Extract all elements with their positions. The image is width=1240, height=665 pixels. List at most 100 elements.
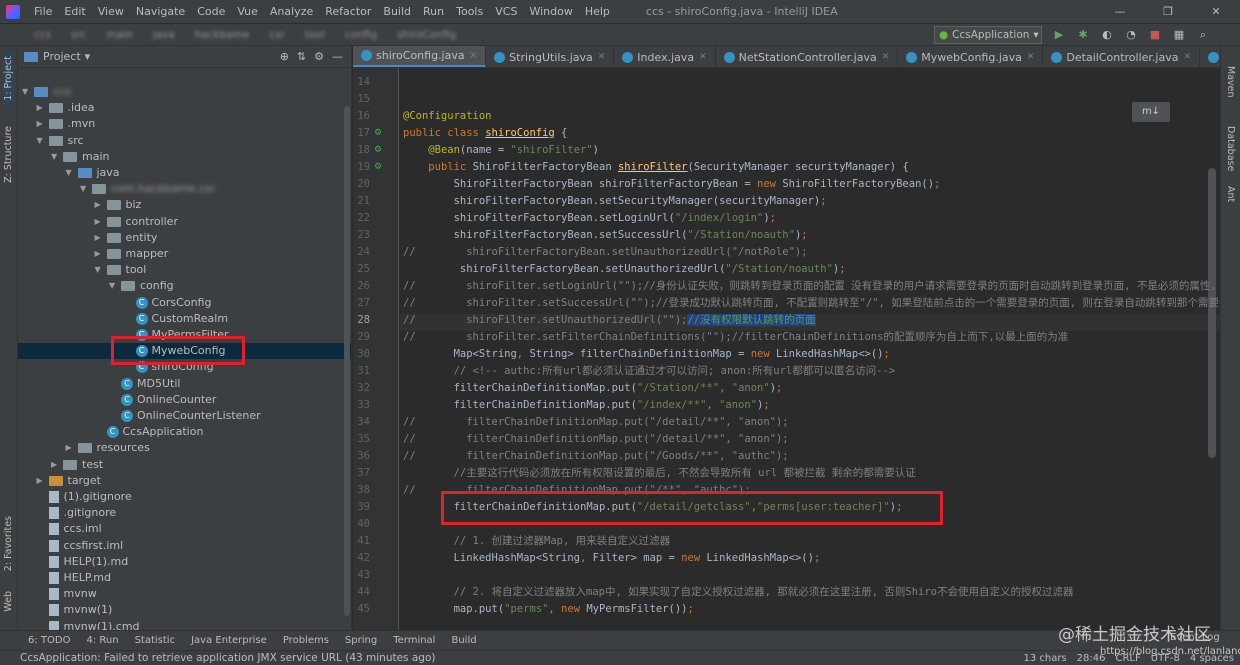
menu-item-analyze[interactable]: Analyze bbox=[264, 5, 319, 18]
maven-tool-tab[interactable]: Maven bbox=[1225, 66, 1236, 98]
expanded-arrow-icon[interactable]: ▼ bbox=[80, 181, 92, 197]
tree-item[interactable]: ccs.iml bbox=[37, 521, 102, 537]
breadcrumb-item[interactable]: hackbame bbox=[185, 29, 260, 41]
tree-item[interactable]: C MywebConfig bbox=[124, 343, 226, 359]
profile-icon[interactable]: ◔ bbox=[1122, 26, 1140, 44]
tree-item[interactable]: ▼ ccs bbox=[22, 84, 71, 100]
tab-stringutils[interactable]: StringUtils.java ✕ bbox=[486, 46, 615, 67]
collapsed-arrow-icon[interactable]: ▶ bbox=[95, 230, 107, 246]
tree-item[interactable]: ▼ main bbox=[51, 149, 109, 165]
collapsed-arrow-icon[interactable]: ▶ bbox=[66, 440, 78, 456]
gear-icon[interactable]: ⚙ bbox=[314, 50, 324, 63]
tree-item[interactable]: ▶ .idea bbox=[37, 100, 95, 116]
tree-item[interactable]: ▶ .mvn bbox=[37, 116, 96, 132]
ant-tool-tab[interactable]: Ant bbox=[1225, 186, 1236, 202]
close-icon[interactable]: ✕ bbox=[699, 52, 707, 62]
tool-window-button[interactable]: 6: TODO bbox=[20, 635, 78, 646]
collapse-all-icon[interactable]: ⇅ bbox=[297, 50, 306, 63]
favorites-tool-tab[interactable]: 2: Favorites bbox=[3, 516, 14, 571]
expanded-arrow-icon[interactable]: ▼ bbox=[95, 262, 107, 278]
tree-item[interactable]: ▶ mapper bbox=[95, 246, 169, 262]
tree-item[interactable]: ▶ resources bbox=[66, 440, 150, 456]
tree-item[interactable]: ▶ entity bbox=[95, 230, 158, 246]
collapsed-arrow-icon[interactable]: ▶ bbox=[37, 473, 49, 489]
project-structure-icon[interactable]: ▦ bbox=[1170, 26, 1188, 44]
tab-mywebconfig[interactable]: MywebConfig.java ✕ bbox=[898, 46, 1044, 67]
tree-item[interactable]: ccsfirst.iml bbox=[37, 538, 123, 554]
close-icon[interactable]: ✕ bbox=[1027, 52, 1035, 62]
tree-item[interactable]: ▼ config bbox=[109, 278, 174, 294]
tree-item[interactable]: ▼ java bbox=[66, 165, 120, 181]
menu-item-refactor[interactable]: Refactor bbox=[319, 5, 377, 18]
menu-item-window[interactable]: Window bbox=[523, 5, 578, 18]
menu-item-code[interactable]: Code bbox=[191, 5, 231, 18]
bean-gutter-icon[interactable]: ⚙ bbox=[374, 145, 382, 155]
locate-icon[interactable]: ⊕ bbox=[280, 50, 289, 63]
expanded-arrow-icon[interactable]: ▼ bbox=[22, 84, 34, 100]
menu-item-navigate[interactable]: Navigate bbox=[130, 5, 191, 18]
project-tool-tab[interactable]: 1: Project bbox=[3, 52, 14, 105]
menu-item-edit[interactable]: Edit bbox=[58, 5, 91, 18]
close-icon[interactable]: ✕ bbox=[598, 52, 606, 62]
status-message[interactable]: CcsApplication: Failed to retrieve appli… bbox=[20, 652, 436, 664]
tool-window-button[interactable]: Statistic bbox=[127, 635, 184, 646]
collapsed-arrow-icon[interactable]: ▶ bbox=[37, 100, 49, 116]
web-tool-tab[interactable]: Web bbox=[3, 591, 14, 612]
tree-item[interactable]: C CustomRealm bbox=[124, 311, 228, 327]
structure-tool-tab[interactable]: Z: Structure bbox=[3, 126, 14, 183]
project-panel-title[interactable]: Project bbox=[43, 50, 81, 63]
breadcrumb-item[interactable]: src bbox=[61, 29, 96, 41]
expanded-arrow-icon[interactable]: ▼ bbox=[66, 165, 78, 181]
tree-item[interactable]: mvnw(1) bbox=[37, 602, 112, 618]
menu-item-view[interactable]: View bbox=[92, 5, 130, 18]
tab-index[interactable]: Index.java ✕ bbox=[614, 46, 716, 67]
run-icon[interactable]: ▶ bbox=[1050, 26, 1068, 44]
menu-item-vcs[interactable]: VCS bbox=[489, 5, 523, 18]
search-icon[interactable]: ⌕ bbox=[1194, 26, 1212, 44]
close-window-button[interactable]: ✕ bbox=[1192, 0, 1240, 24]
tab-netstationcontroller[interactable]: NetStationController.java ✕ bbox=[716, 46, 899, 67]
breadcrumb-item[interactable]: main bbox=[96, 29, 142, 41]
bean-gutter-icon[interactable]: ⚙ bbox=[374, 162, 382, 172]
tab-shiroconfig[interactable]: shiroConfig.java ✕ bbox=[353, 46, 487, 67]
breadcrumb-item[interactable]: csr bbox=[259, 29, 295, 41]
breadcrumb-item[interactable]: config bbox=[335, 29, 387, 41]
database-tool-tab[interactable]: Database bbox=[1225, 126, 1236, 171]
chevron-down-icon[interactable]: ▾ bbox=[85, 50, 91, 63]
tree-item[interactable]: ▼ tool bbox=[95, 262, 147, 278]
tree-item[interactable]: C MD5Util bbox=[109, 376, 180, 392]
tree-item[interactable]: CshiroConfig bbox=[124, 359, 214, 375]
tree-item[interactable]: C OnlineCounter bbox=[109, 392, 216, 408]
breadcrumb-item[interactable]: tool bbox=[295, 29, 335, 41]
run-config-select[interactable]: ● CcsApplication ▾ bbox=[934, 26, 1042, 44]
editor-scrollbar[interactable] bbox=[1208, 168, 1216, 458]
collapsed-arrow-icon[interactable]: ▶ bbox=[95, 214, 107, 230]
collapsed-arrow-icon[interactable]: ▶ bbox=[95, 197, 107, 213]
tool-window-button[interactable]: Java Enterprise bbox=[183, 635, 275, 646]
tree-item[interactable]: (1).gitignore bbox=[37, 489, 132, 505]
coverage-icon[interactable]: ◐ bbox=[1098, 26, 1116, 44]
tool-window-button[interactable]: 4: Run bbox=[78, 635, 126, 646]
tree-item[interactable]: C CcsApplication bbox=[95, 424, 203, 440]
breadcrumb-item[interactable]: shiroConfig bbox=[387, 29, 466, 41]
tree-item[interactable]: ▼ src bbox=[37, 133, 84, 149]
tab-mypermsfilter[interactable]: MyPermsFilter.java✕ bbox=[1200, 46, 1220, 67]
tree-item[interactable]: ▶ target bbox=[37, 473, 101, 489]
tree-item[interactable]: ▼ com.hackbame.csr bbox=[80, 181, 215, 197]
tree-item[interactable]: mvnw(1).cmd bbox=[37, 619, 140, 630]
maximize-button[interactable]: ❐ bbox=[1144, 0, 1192, 24]
close-icon[interactable]: ✕ bbox=[1183, 52, 1191, 62]
tree-item[interactable]: ▶ test bbox=[51, 457, 103, 473]
tool-window-button[interactable]: Build bbox=[443, 635, 484, 646]
menu-item-help[interactable]: Help bbox=[579, 5, 616, 18]
expanded-arrow-icon[interactable]: ▼ bbox=[109, 278, 121, 294]
tool-window-button[interactable]: Problems bbox=[275, 635, 337, 646]
breadcrumb-item[interactable]: ccs bbox=[24, 29, 61, 41]
tool-window-button[interactable]: Terminal bbox=[385, 635, 443, 646]
tree-item[interactable]: HELP.md bbox=[37, 570, 111, 586]
collapsed-arrow-icon[interactable]: ▶ bbox=[37, 116, 49, 132]
tool-window-button[interactable]: Spring bbox=[337, 635, 385, 646]
menu-item-tools[interactable]: Tools bbox=[450, 5, 489, 18]
menu-item-vue[interactable]: Vue bbox=[231, 5, 264, 18]
close-icon[interactable]: ✕ bbox=[470, 51, 478, 61]
